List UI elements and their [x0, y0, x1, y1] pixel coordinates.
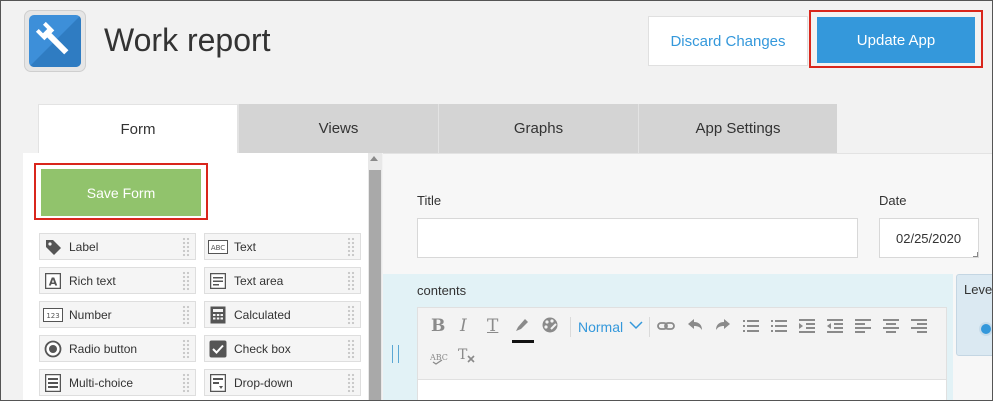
drag-grip-icon [182, 305, 190, 325]
palette-icon[interactable] [541, 316, 559, 339]
rich-text-editor[interactable] [417, 380, 947, 401]
date-value: 02/25/2020 [896, 230, 962, 246]
svg-text:A: A [49, 275, 58, 288]
text-area-icon [208, 271, 228, 291]
highlighter-icon[interactable] [513, 316, 531, 339]
update-app-highlight [809, 10, 983, 68]
level-field-label: Leve [964, 282, 993, 297]
tab-app-settings[interactable]: App Settings [638, 104, 837, 153]
palette-item-calculated[interactable]: Calculated [204, 301, 361, 328]
drag-grip-icon [182, 339, 190, 359]
app-icon [24, 10, 86, 72]
drag-grip-icon [347, 271, 355, 291]
drag-grip-icon [347, 373, 355, 393]
palette-item-text: Label [69, 239, 99, 254]
svg-text:ABC: ABC [211, 244, 225, 252]
indent-icon[interactable] [799, 318, 815, 338]
save-form-highlight [34, 163, 208, 220]
bold-icon[interactable]: B [431, 316, 445, 336]
redo-icon[interactable] [714, 317, 732, 338]
palette-item-text: Check box [234, 341, 291, 356]
text-style-icon[interactable]: T [487, 316, 498, 336]
multi-choice-icon [43, 373, 63, 393]
palette-item-text: Calculated [234, 307, 291, 322]
number-icon: 123 [43, 305, 63, 325]
highlight-color-bar [512, 340, 534, 343]
tab-form[interactable]: Form [38, 104, 238, 153]
palette-item-text[interactable]: ABC Text [204, 233, 361, 260]
checkbox-icon [208, 339, 228, 359]
title-field-label: Title [417, 193, 442, 208]
palette-item-number[interactable]: 123 Number [39, 301, 196, 328]
radio-icon [43, 339, 63, 359]
rich-text-icon: A [43, 271, 63, 291]
align-center-icon[interactable] [883, 318, 899, 338]
clear-format-icon[interactable]: T [458, 346, 476, 369]
numbered-list-icon[interactable] [771, 318, 787, 338]
discard-changes-button[interactable]: Discard Changes [648, 16, 808, 66]
abc-text-icon: ABC [208, 237, 228, 257]
wrench-icon [29, 15, 81, 67]
drag-grip-icon [347, 237, 355, 257]
app-title: Work report [104, 22, 271, 58]
drag-handle-icon[interactable] [392, 345, 399, 363]
calculator-icon [208, 305, 228, 325]
palette-item-label[interactable]: Label [39, 233, 196, 260]
svg-text:ABC: ABC [430, 353, 448, 362]
palette-item-drop-down[interactable]: Drop-down [204, 369, 361, 396]
tag-icon [43, 237, 63, 257]
resize-corner-icon[interactable] [973, 252, 978, 257]
toolbar-separator [649, 317, 650, 337]
svg-text:123: 123 [46, 312, 59, 320]
title-input[interactable] [417, 218, 858, 258]
palette-scroll-thumb[interactable] [369, 170, 381, 401]
chevron-down-icon[interactable] [629, 317, 643, 337]
drag-grip-icon [182, 237, 190, 257]
align-right-icon[interactable] [911, 318, 927, 338]
palette-item-check-box[interactable]: Check box [204, 335, 361, 362]
level-radio-icon[interactable] [979, 322, 993, 336]
align-left-icon[interactable] [855, 318, 871, 338]
palette-item-text-area[interactable]: Text area [204, 267, 361, 294]
palette-item-rich-text[interactable]: A Rich text [39, 267, 196, 294]
drag-grip-icon [182, 271, 190, 291]
toolbar-separator [570, 317, 571, 337]
scroll-up-icon[interactable] [370, 156, 378, 161]
palette-item-text: Radio button [69, 341, 138, 356]
palette-item-text: Text [234, 239, 257, 254]
palette-item-text: Multi-choice [69, 375, 134, 390]
dropdown-icon [208, 373, 228, 393]
palette-item-text: Drop-down [234, 375, 293, 390]
palette-item-text: Rich text [69, 273, 116, 288]
drag-grip-icon [347, 305, 355, 325]
palette-item-multi-choice[interactable]: Multi-choice [39, 369, 196, 396]
palette-item-text: Text area [234, 273, 284, 288]
undo-icon[interactable] [686, 317, 704, 338]
italic-icon[interactable]: I [460, 316, 467, 336]
date-field-label: Date [879, 193, 907, 208]
outdent-icon[interactable] [827, 318, 843, 338]
drag-grip-icon [182, 373, 190, 393]
link-icon[interactable] [657, 318, 675, 338]
drag-grip-icon [347, 339, 355, 359]
svg-text:T: T [458, 347, 468, 363]
bullet-list-icon[interactable] [743, 318, 759, 338]
spellcheck-icon[interactable]: ABC [429, 350, 448, 370]
palette-item-radio-button[interactable]: Radio button [39, 335, 196, 362]
tab-graphs[interactable]: Graphs [438, 104, 638, 153]
date-input[interactable]: 02/25/2020 [879, 218, 979, 258]
format-select[interactable]: Normal [578, 319, 623, 335]
contents-field-label: contents [417, 283, 467, 298]
tab-views[interactable]: Views [238, 104, 438, 153]
palette-item-text: Number [69, 307, 112, 322]
